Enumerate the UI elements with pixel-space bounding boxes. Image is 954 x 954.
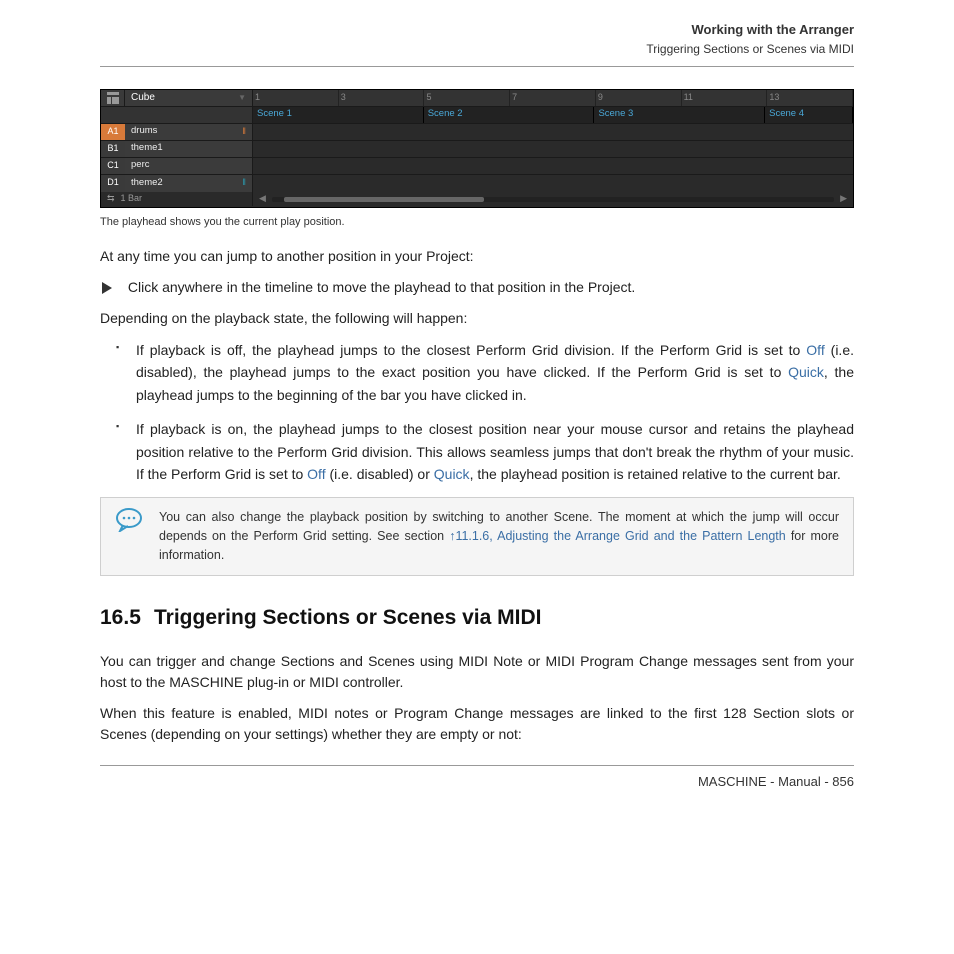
grid-resolution-label[interactable]: ⇆ 1 Bar bbox=[101, 192, 253, 206]
note-text: You can also change the playback positio… bbox=[159, 508, 839, 564]
scene-cell[interactable]: Scene 4 bbox=[765, 107, 853, 123]
track-name-cell[interactable]: perc bbox=[125, 158, 252, 174]
ruler-tick: 1 bbox=[253, 90, 339, 106]
scroll-right-icon[interactable]: ▶ bbox=[840, 192, 847, 206]
paragraph: When this feature is enabled, MIDI notes… bbox=[100, 703, 854, 745]
track-row: D1theme2‖..rn 1..rn 2..rn 1..rn 1 bbox=[101, 175, 853, 192]
ruler-tick: 13 bbox=[767, 90, 853, 106]
list-item: If playback is on, the playhead jumps to… bbox=[136, 418, 854, 485]
project-name-cell[interactable]: Cube ▼ bbox=[125, 90, 252, 106]
bullet-list: If playback is off, the playhead jumps t… bbox=[100, 339, 854, 485]
page-footer: MASCHINE - Manual - 856 bbox=[100, 772, 854, 792]
instruction-step: Click anywhere in the timeline to move t… bbox=[100, 277, 854, 298]
track-row: A1drums‖Pattern 1..rn 2Pattern 1Pattern bbox=[101, 124, 853, 141]
header-rule bbox=[100, 66, 854, 67]
paragraph: You can trigger and change Sections and … bbox=[100, 651, 854, 693]
section-heading: 16.5Triggering Sections or Scenes via MI… bbox=[100, 602, 854, 634]
page-header-subtitle: Triggering Sections or Scenes via MIDI bbox=[100, 40, 854, 58]
track-row: B1theme1Pattern 2..rn 1..rn 1 bbox=[101, 141, 853, 158]
ui-term-link: Quick bbox=[788, 364, 824, 380]
arranger-screenshot: Cube ▼ 1 3 5 7 9 11 13 Scene 1 Scene 2 S… bbox=[100, 89, 854, 208]
ruler-tick: 7 bbox=[510, 90, 596, 106]
speech-bubble-icon bbox=[115, 508, 145, 564]
triangle-bullet-icon bbox=[102, 282, 112, 294]
ui-term-link: Quick bbox=[434, 466, 470, 482]
scene-lane[interactable]: Scene 1 Scene 2 Scene 3 Scene 4 bbox=[253, 107, 853, 123]
info-note: You can also change the playback positio… bbox=[100, 497, 854, 575]
track-name-cell[interactable]: theme2‖ bbox=[125, 175, 252, 192]
dropdown-icon: ▼ bbox=[238, 92, 246, 104]
page-header-title: Working with the Arranger bbox=[100, 20, 854, 40]
track-row: C1perc..rn 1..rn 1 bbox=[101, 158, 853, 175]
track-name-cell[interactable]: theme1 bbox=[125, 141, 252, 157]
track-index[interactable]: B1 bbox=[101, 141, 125, 157]
paragraph: At any time you can jump to another posi… bbox=[100, 246, 854, 267]
scene-cell[interactable]: Scene 2 bbox=[424, 107, 595, 123]
scroll-left-icon[interactable]: ◀ bbox=[259, 192, 266, 206]
list-item: If playback is off, the playhead jumps t… bbox=[136, 339, 854, 406]
scrollbar-thumb[interactable] bbox=[284, 197, 484, 202]
track-index[interactable]: C1 bbox=[101, 158, 125, 174]
project-name: Cube bbox=[131, 90, 155, 105]
footer-rule bbox=[100, 765, 854, 766]
ruler-tick: 11 bbox=[682, 90, 768, 106]
track-name-cell[interactable]: drums‖ bbox=[125, 124, 252, 140]
scene-cell[interactable]: Scene 1 bbox=[253, 107, 424, 123]
ruler-tick: 5 bbox=[424, 90, 510, 106]
track-index[interactable]: D1 bbox=[101, 175, 125, 192]
ruler-tick: 3 bbox=[339, 90, 425, 106]
arranger-mode-icon[interactable] bbox=[101, 90, 125, 106]
ruler-tick: 9 bbox=[596, 90, 682, 106]
cross-reference-link[interactable]: ↑11.1.6, Adjusting the Arrange Grid and … bbox=[449, 529, 786, 543]
ui-term-link: Off bbox=[307, 466, 325, 482]
track-index[interactable]: A1 bbox=[101, 124, 125, 140]
horizontal-scrollbar[interactable] bbox=[272, 197, 834, 202]
paragraph: Depending on the playback state, the fol… bbox=[100, 308, 854, 329]
ui-term-link: Off bbox=[806, 342, 824, 358]
figure-caption: The playhead shows you the current play … bbox=[100, 214, 854, 231]
timeline-ruler[interactable]: 1 3 5 7 9 11 13 bbox=[253, 90, 853, 106]
scene-cell[interactable]: Scene 3 bbox=[594, 107, 765, 123]
